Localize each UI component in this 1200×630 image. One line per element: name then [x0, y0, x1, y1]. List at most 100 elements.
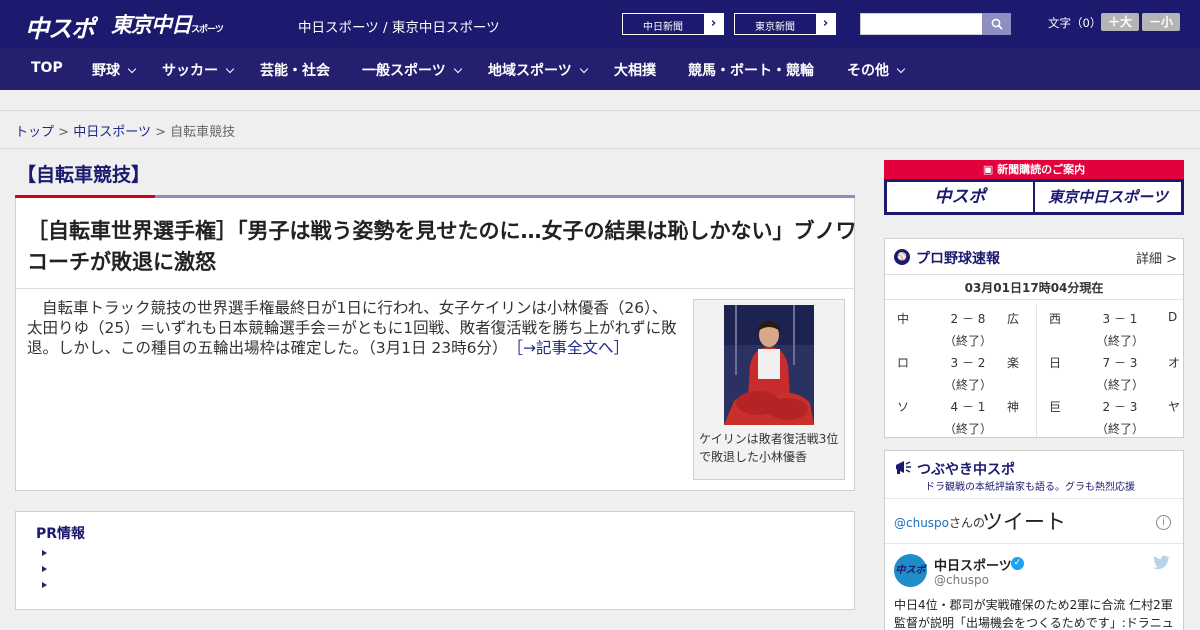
column-divider	[1036, 305, 1037, 437]
tweet-text[interactable]: 中日4位・郡司が実戦確保のため2軍に合流 仁村2軍監督が説明「出場機会をつくるた…	[894, 596, 1176, 630]
verified-badge-icon: ✓	[1011, 557, 1024, 570]
team-away: 楽	[1007, 356, 1020, 370]
avatar[interactable]: 中スポ	[894, 554, 927, 587]
nav-general-sports[interactable]: 一般スポーツ	[362, 60, 462, 80]
tokyo-chunichi-logo[interactable]: 東京中日スポーツ	[111, 9, 224, 39]
font-size-smaller-button[interactable]: －小	[1142, 13, 1180, 31]
subscription-heading-text: 新聞購読のご案内	[997, 163, 1086, 176]
chevron-down-icon	[453, 64, 462, 74]
nav-top[interactable]: TOP	[31, 60, 63, 76]
tweet-author-handle[interactable]: @chuspo	[934, 573, 989, 587]
game-score[interactable]: ソ 4 － 1 神 （終了）	[893, 392, 1033, 436]
photo-caption: ケイリンは敗者復活戦3位で敗退した小林優香	[699, 432, 839, 464]
tokyo-logo-text: 東京中日	[111, 13, 192, 37]
tokyo-shimbun-button[interactable]: 東京新聞 ›	[734, 13, 836, 35]
baseball-scoreboard: ⚾ プロ野球速報 詳細 > 03月01日17時04分現在 中 2 － 8 広 （…	[884, 238, 1184, 438]
nav-sumo[interactable]: 大相撲	[614, 60, 656, 80]
game-status: （終了）	[943, 422, 992, 436]
article-headline[interactable]: ［自転車世界選手権］「男子は戦う姿勢を見せたのに…女子の結果は恥しかない」ブノワ…	[27, 216, 857, 278]
game-score[interactable]: 中 2 － 8 広 （終了）	[893, 304, 1033, 348]
nav-entertainment[interactable]: 芸能・社会	[260, 60, 330, 80]
chevron-right-icon: ›	[816, 14, 835, 34]
game-score[interactable]: ロ 3 － 2 楽 （終了）	[893, 348, 1033, 392]
team-away: 神	[1007, 400, 1020, 414]
scoreboard-detail-link[interactable]: 詳細 >	[1136, 248, 1177, 267]
nav-label: 競馬・ボート・競輪	[688, 63, 814, 79]
timeline-label: ツイート	[982, 510, 1066, 534]
site-header: 中スポ 東京中日スポーツ 中日スポーツ / 東京中日スポーツ 中日新聞 › 東京…	[0, 0, 1200, 48]
twitter-bird-icon[interactable]	[1153, 555, 1171, 570]
team-home: 西	[1049, 312, 1062, 326]
nav-other[interactable]: その他	[847, 60, 906, 80]
scoreboard-timestamp: 03月01日17時04分現在	[964, 281, 1104, 295]
score: 2 － 8	[950, 312, 986, 326]
pr-bullet-icon	[42, 550, 47, 556]
global-nav: TOP 野球 サッカー 芸能・社会 一般スポーツ 地域スポーツ 大相撲 競馬・ボ…	[0, 48, 1200, 90]
subscribe-chuspo-logo[interactable]: 中スポ	[887, 182, 1033, 212]
baseball-icon: ⚾	[894, 249, 910, 265]
chuspo-logo[interactable]: 中スポ	[25, 9, 95, 44]
font-size-larger-button[interactable]: ＋大	[1101, 13, 1139, 31]
subscription-banner[interactable]: ▣ 新聞購読のご案内 中スポ 東京中日スポーツ	[884, 160, 1184, 215]
twitter-widget: つぶやき中スポ ドラ観戦の本紙評論家も語る。グラも熱烈応援 @chuspoさんの…	[884, 450, 1184, 630]
breadcrumb-separator: >	[58, 125, 70, 140]
nav-label: 地域スポーツ	[488, 63, 572, 79]
team-away: D	[1168, 310, 1178, 324]
nav-racing[interactable]: 競馬・ボート・競輪	[688, 60, 814, 80]
team-away: 広	[1007, 312, 1020, 326]
tweet-author-name[interactable]: 中日スポーツ	[934, 555, 1012, 574]
site-title[interactable]: 中日スポーツ / 東京中日スポーツ	[298, 16, 500, 36]
game-score[interactable]: 西 3 － 1 D （終了）	[1045, 304, 1185, 348]
breadcrumb-current: 自転車競技	[170, 125, 236, 140]
search-icon	[991, 18, 1003, 30]
info-icon[interactable]: i	[1156, 515, 1171, 530]
megaphone-icon-svg	[896, 461, 911, 474]
scoreboard-header: ⚾ プロ野球速報 詳細 >	[885, 239, 1183, 275]
article-card: ［自転車世界選手権］「男子は戦う姿勢を見せたのに…女子の結果は恥しかない」ブノワ…	[15, 198, 857, 491]
subscription-heading: ▣ 新聞購読のご案内	[884, 160, 1184, 179]
chunichi-shimbun-button[interactable]: 中日新聞 ›	[622, 13, 724, 35]
nav-local-sports[interactable]: 地域スポーツ	[488, 60, 588, 80]
game-status: （終了）	[1095, 422, 1144, 436]
nav-label: 一般スポーツ	[362, 63, 446, 79]
game-score[interactable]: 日 7 － 3 オ （終了）	[1045, 348, 1185, 392]
font-size-label: 文字（0）	[1048, 16, 1102, 30]
nav-baseball[interactable]: 野球	[92, 60, 137, 80]
nav-label: TOP	[31, 60, 63, 76]
nav-label: 大相撲	[614, 63, 656, 79]
nav-label: その他	[847, 63, 889, 79]
divider	[885, 299, 1183, 300]
article-photo[interactable]	[724, 305, 814, 425]
team-away: ヤ	[1168, 400, 1181, 414]
game-status: （終了）	[943, 334, 992, 348]
nav-soccer[interactable]: サッカー	[162, 60, 235, 80]
article-lead: 自転車トラック競技の世界選手権最終日が1日に行われ、女子ケイリンは小林優香（26…	[27, 298, 677, 358]
read-more-link[interactable]: ［→記事全文へ］	[515, 339, 629, 357]
pr-bullet-icon	[42, 582, 47, 588]
score: 3 － 1	[1102, 312, 1138, 326]
search-button[interactable]	[982, 13, 1011, 35]
scoreboard-title: プロ野球速報	[916, 251, 1000, 267]
tweet-timeline-header: @chuspoさんの ツイート i	[885, 498, 1183, 544]
chevron-down-icon	[127, 64, 137, 74]
cyclist-photo-image	[724, 305, 814, 425]
twitter-widget-header: つぶやき中スポ ドラ観戦の本紙評論家も語る。グラも熱烈応援	[885, 451, 1183, 497]
pr-title: PR情報	[36, 526, 86, 542]
game-score[interactable]: 巨 2 － 3 ヤ （終了）	[1045, 392, 1185, 436]
team-home: 中	[897, 312, 910, 326]
chevron-right-icon: ›	[704, 14, 723, 34]
breadcrumb-section[interactable]: 中日スポーツ	[73, 125, 151, 140]
team-home: 巨	[1049, 400, 1062, 414]
nav-label: 野球	[92, 63, 120, 79]
subscribe-tokyo-logo[interactable]: 東京中日スポーツ	[1035, 182, 1181, 212]
divider	[16, 288, 854, 289]
twitter-widget-subtitle: ドラ観戦の本紙評論家も語る。グラも熱烈応援	[925, 482, 1135, 493]
search-input[interactable]	[860, 13, 983, 35]
tokyo-shimbun-label: 東京新聞	[755, 22, 795, 33]
chevron-down-icon	[579, 64, 588, 74]
score: 7 － 3	[1102, 356, 1138, 370]
timeline-handle-link[interactable]: @chuspo	[894, 516, 949, 530]
breadcrumb-top[interactable]: トップ	[15, 125, 54, 140]
game-status: （終了）	[1095, 378, 1144, 392]
twitter-bird-icon-svg	[1153, 555, 1170, 570]
